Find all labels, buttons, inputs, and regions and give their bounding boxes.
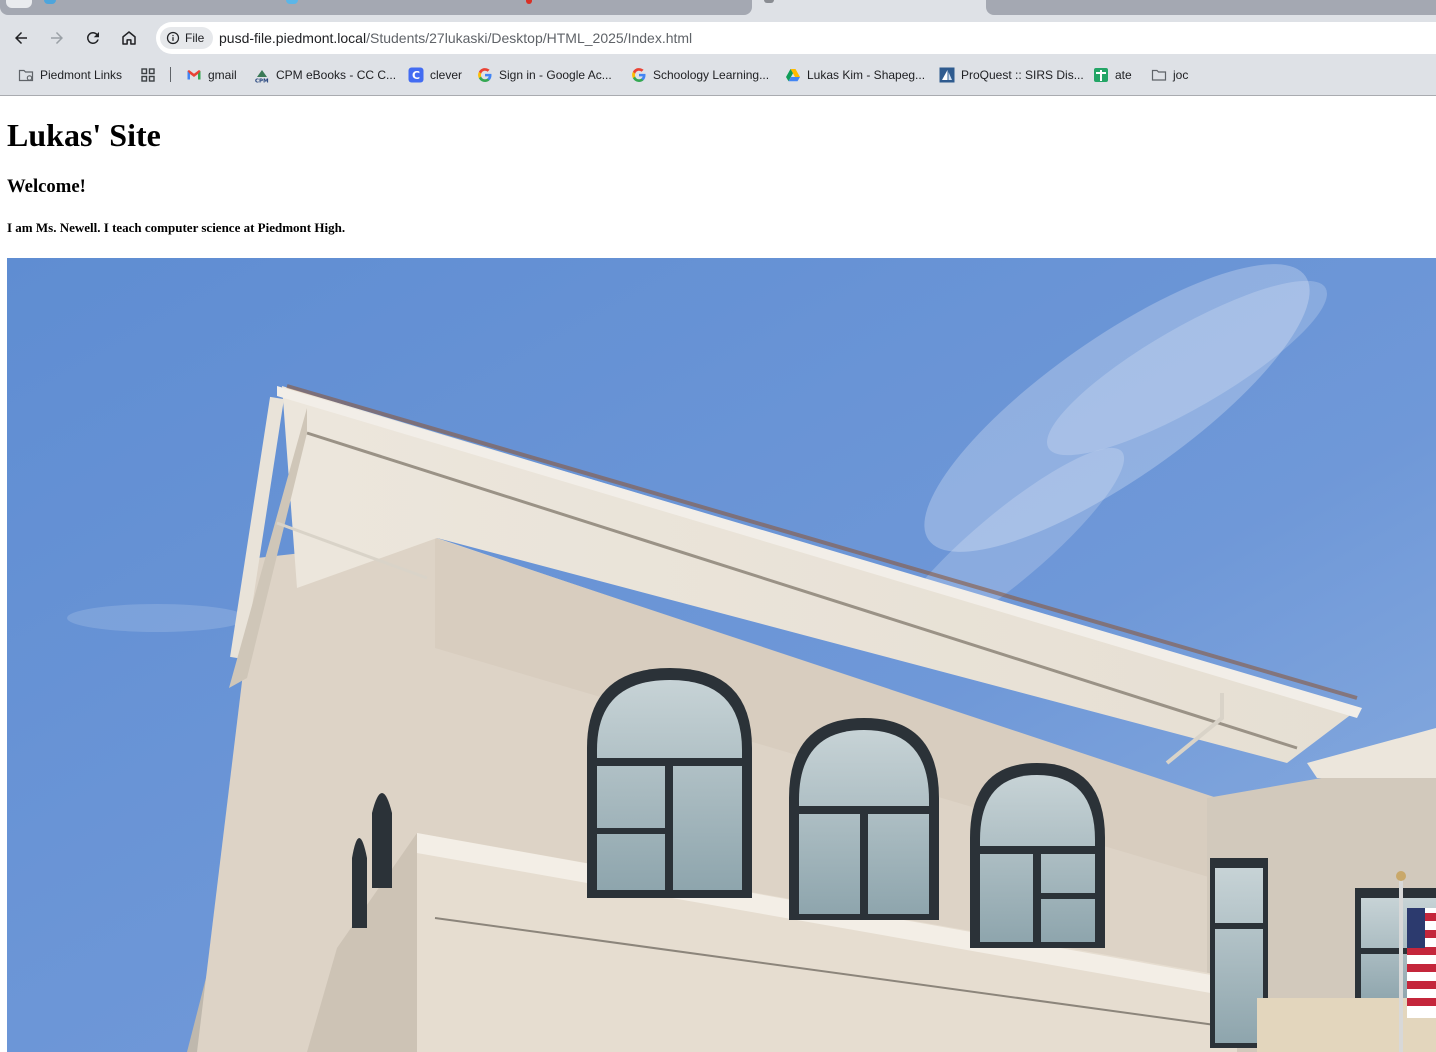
address-bar[interactable]: File pusd-file.piedmont.local/Students/2… xyxy=(156,22,1436,54)
bookmark-google-sign-in[interactable]: Sign in - Google Ac... xyxy=(477,65,612,85)
forward-button[interactable] xyxy=(43,24,71,52)
browser-toolbar: File pusd-file.piedmont.local/Students/2… xyxy=(0,20,1436,56)
home-button[interactable] xyxy=(115,24,143,52)
us-flag xyxy=(1407,908,1436,1018)
tab-active[interactable] xyxy=(752,0,986,20)
arched-window xyxy=(587,668,752,898)
bookmarks-divider xyxy=(170,67,171,82)
bookmark-label: ate xyxy=(1115,68,1132,82)
cpm-icon: CPM xyxy=(254,67,270,83)
google-icon xyxy=(631,67,647,83)
bookmark-clever[interactable]: C clever xyxy=(408,65,462,85)
tab-favicon xyxy=(764,0,774,3)
bookmarks-bar: Piedmont Links gmail CPM CPM eBooks - CC… xyxy=(0,56,1436,96)
bookmark-proquest[interactable]: ProQuest :: SIRS Dis... xyxy=(939,65,1084,85)
url-path: /Students/27lukaski/Desktop/HTML_2025/In… xyxy=(366,30,693,46)
site-info-label: File xyxy=(185,31,205,45)
arrow-left-icon xyxy=(15,32,27,44)
bookmark-lukas-kim-drive[interactable]: Lukas Kim - Shapeg... xyxy=(785,65,925,85)
bookmark-label: joc xyxy=(1173,68,1189,82)
bookmark-schoology[interactable]: Schoology Learning... xyxy=(631,65,769,85)
bookmark-cpm-ebooks[interactable]: CPM CPM eBooks - CC C... xyxy=(254,65,396,85)
site-info-chip[interactable]: File xyxy=(160,27,214,49)
google-sheets-icon xyxy=(1093,67,1109,83)
bookmark-joc[interactable]: joc xyxy=(1151,65,1188,85)
svg-text:C: C xyxy=(412,69,420,82)
bookmark-piedmont-links[interactable]: Piedmont Links xyxy=(18,65,122,85)
bookmark-label: gmail xyxy=(208,68,237,82)
page-title: Lukas' Site xyxy=(7,117,161,153)
back-button[interactable] xyxy=(7,24,35,52)
svg-text:CPM: CPM xyxy=(255,79,269,84)
tab-favicon xyxy=(526,0,532,4)
clever-icon: C xyxy=(408,67,424,83)
reload-icon xyxy=(86,31,99,44)
reload-button[interactable] xyxy=(79,24,107,52)
tab-group-right[interactable] xyxy=(986,0,1436,15)
tab-group-left[interactable] xyxy=(0,0,752,15)
arched-window xyxy=(789,718,939,920)
folder-icon xyxy=(1151,67,1167,83)
google-icon xyxy=(477,67,493,83)
bookmark-label: CPM eBooks - CC C... xyxy=(276,68,397,82)
bookmark-label: Sign in - Google Ac... xyxy=(499,68,612,82)
apps-grid-icon xyxy=(140,67,156,83)
school-building-photo xyxy=(7,258,1436,1052)
url-host: pusd-file.piedmont.local xyxy=(219,30,367,46)
arrow-right-icon xyxy=(51,32,63,44)
bookmark-label: Lukas Kim - Shapeg... xyxy=(807,68,926,82)
page-intro: I am Ms. Newell. I teach computer scienc… xyxy=(7,220,346,235)
info-icon xyxy=(166,31,180,45)
bookmark-apps[interactable] xyxy=(140,65,156,85)
bookmark-label: Schoology Learning... xyxy=(653,68,770,82)
bookmark-ate[interactable]: ate xyxy=(1093,65,1132,85)
tab-chip[interactable] xyxy=(6,0,32,8)
managed-folder-icon xyxy=(18,67,34,83)
tab-favicon xyxy=(286,0,298,4)
home-icon xyxy=(122,31,136,45)
proquest-icon xyxy=(939,67,955,83)
bookmark-label: Piedmont Links xyxy=(40,68,123,82)
bookmark-label: clever xyxy=(430,68,463,82)
arched-window xyxy=(970,763,1105,948)
school-building-illustration xyxy=(7,258,1436,1052)
google-drive-icon xyxy=(785,67,801,83)
page-subheading: Welcome! xyxy=(7,176,86,197)
page-viewport: Lukas' Site Welcome! I am Ms. Newell. I … xyxy=(0,96,1436,1052)
url-text[interactable]: pusd-file.piedmont.local/Students/27luka… xyxy=(219,22,692,54)
tab-strip xyxy=(0,0,1436,20)
bookmark-gmail[interactable]: gmail xyxy=(186,65,237,85)
tab-favicon xyxy=(44,0,56,4)
gmail-icon xyxy=(186,67,202,83)
bookmark-label: ProQuest :: SIRS Dis... xyxy=(961,68,1084,82)
